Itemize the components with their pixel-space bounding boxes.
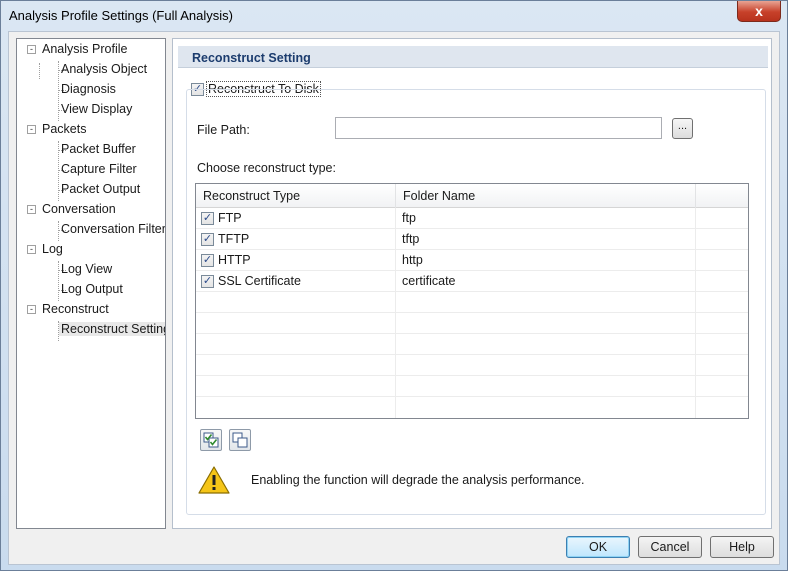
tree-item-packets[interactable]: Packets (42, 122, 86, 136)
tree-expander-conversation[interactable]: - (27, 205, 36, 214)
empty-row (196, 397, 748, 418)
tree-item-reconstruct[interactable]: Reconstruct (42, 302, 109, 316)
row-type: SSL Certificate (218, 274, 301, 288)
dialog-window: Analysis Profile Settings (Full Analysis… (0, 0, 788, 571)
ok-label: OK (588, 540, 608, 554)
cancel-label: Cancel (650, 540, 690, 554)
column-header-filler (696, 184, 748, 208)
row-type: TFTP (218, 232, 250, 246)
empty-row (196, 313, 748, 334)
tree-item-analysis-object[interactable]: Analysis Object (61, 62, 147, 76)
table-row[interactable]: ✓ TFTP tftp (196, 229, 748, 250)
choose-type-label: Choose reconstruct type: (197, 161, 336, 175)
help-button[interactable]: Help (710, 536, 774, 558)
dialog-client: - Analysis Profile Analysis Object Diagn… (8, 31, 780, 565)
title-bar[interactable]: Analysis Profile Settings (Full Analysis… (1, 1, 787, 31)
warning-text: Enabling the function will degrade the a… (251, 473, 585, 487)
table-row[interactable]: ✓ HTTP http (196, 250, 748, 271)
settings-tree: - Analysis Profile Analysis Object Diagn… (16, 38, 166, 529)
row-type: FTP (218, 211, 242, 225)
tree-expander-analysis-profile[interactable]: - (27, 45, 36, 54)
row-folder: http (402, 253, 423, 267)
tree-item-log[interactable]: Log (42, 242, 63, 256)
tree-expander-log[interactable]: - (27, 245, 36, 254)
empty-row (196, 334, 748, 355)
row-folder: ftp (402, 211, 416, 225)
check-all-icon (203, 432, 219, 448)
tree-item-view-display[interactable]: View Display (61, 102, 132, 116)
row-checkbox-ftp[interactable]: ✓ (201, 212, 214, 225)
close-icon: x (755, 3, 763, 19)
warning-icon (198, 466, 230, 494)
column-header-type[interactable]: Reconstruct Type (196, 184, 396, 208)
reconstruct-type-grid: Reconstruct Type Folder Name ✓ FTP ftp ✓… (195, 183, 749, 419)
tree-item-log-output[interactable]: Log Output (61, 282, 123, 296)
tree-item-packet-output[interactable]: Packet Output (61, 182, 140, 196)
panel-title: Reconstruct Setting (178, 46, 768, 68)
table-row[interactable]: ✓ SSL Certificate certificate (196, 271, 748, 292)
cancel-button[interactable]: Cancel (638, 536, 702, 558)
row-folder: tftp (402, 232, 420, 246)
row-checkbox-ssl[interactable]: ✓ (201, 275, 214, 288)
settings-panel: Reconstruct Setting ✓ Reconstruct To Dis… (172, 38, 772, 529)
empty-row (196, 355, 748, 376)
tree-item-packet-buffer[interactable]: Packet Buffer (61, 142, 136, 156)
browse-button[interactable]: ... (672, 118, 693, 139)
tree-item-diagnosis[interactable]: Diagnosis (61, 82, 116, 96)
close-button[interactable]: x (737, 1, 781, 22)
ok-button[interactable]: OK (566, 536, 630, 558)
tree-item-capture-filter[interactable]: Capture Filter (61, 162, 137, 176)
empty-row (196, 376, 748, 397)
tree-item-reconstruct-setting[interactable]: Reconstruct Setting (59, 322, 165, 336)
file-path-label: File Path: (197, 123, 250, 137)
tree-expander-reconstruct[interactable]: - (27, 305, 36, 314)
row-checkbox-tftp[interactable]: ✓ (201, 233, 214, 246)
grid-header: Reconstruct Type Folder Name (196, 184, 748, 208)
window-title: Analysis Profile Settings (Full Analysis… (9, 8, 233, 23)
column-header-folder[interactable]: Folder Name (396, 184, 696, 208)
row-checkbox-http[interactable]: ✓ (201, 254, 214, 267)
select-all-button[interactable] (200, 429, 222, 451)
tree-item-conversation[interactable]: Conversation (42, 202, 116, 216)
empty-row (196, 292, 748, 313)
row-type: HTTP (218, 253, 251, 267)
file-path-input[interactable] (335, 117, 662, 139)
tree-expander-packets[interactable]: - (27, 125, 36, 134)
tree-item-analysis-profile[interactable]: Analysis Profile (42, 42, 127, 56)
uncheck-all-icon (232, 432, 248, 448)
help-label: Help (729, 540, 755, 554)
browse-label: ... (677, 120, 688, 132)
table-row[interactable]: ✓ FTP ftp (196, 208, 748, 229)
row-folder: certificate (402, 274, 456, 288)
deselect-all-button[interactable] (229, 429, 251, 451)
tree-item-conversation-filter[interactable]: Conversation Filter (61, 222, 165, 236)
tree-item-log-view[interactable]: Log View (61, 262, 112, 276)
